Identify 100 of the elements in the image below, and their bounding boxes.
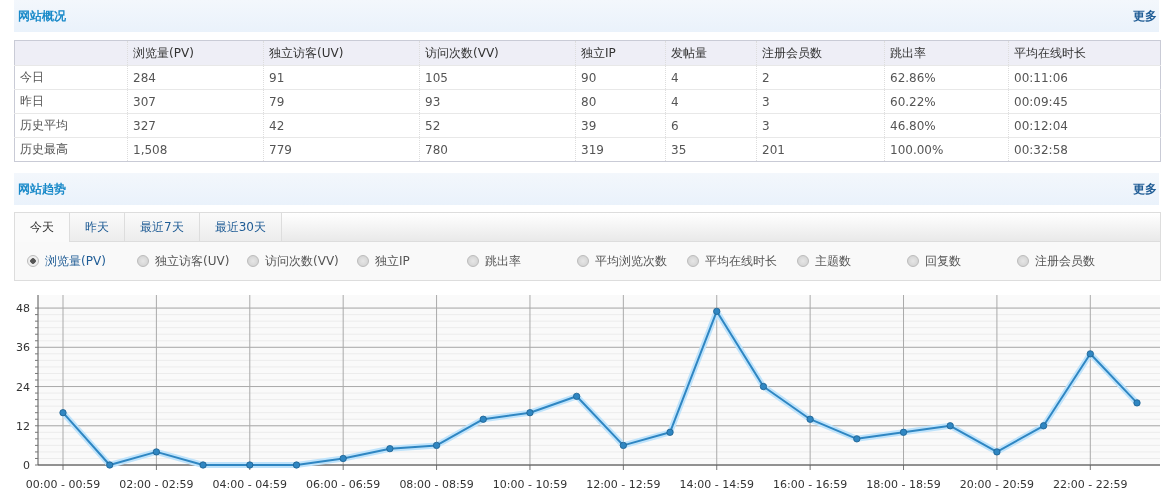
tab[interactable]: 今天: [15, 213, 70, 242]
metric-radio[interactable]: 访问次数(VV): [247, 252, 357, 270]
metric-radio[interactable]: 注册会员数: [1017, 252, 1127, 270]
table-cell: 3: [762, 94, 770, 109]
column-header: 访问次数(VV): [425, 45, 499, 60]
radio-icon[interactable]: [907, 255, 919, 267]
table-cell: 3: [762, 118, 770, 133]
table-cell: 201: [762, 142, 785, 157]
table-cell: 39: [581, 118, 597, 133]
table-cell: 307: [133, 94, 156, 109]
point: [946, 422, 954, 430]
column-header: 跳出率: [890, 45, 926, 60]
table-cell: 35: [671, 142, 687, 157]
table-cell: 46.80%: [890, 118, 936, 133]
table-cell: 60.22%: [890, 94, 936, 109]
point: [853, 435, 861, 443]
point: [479, 415, 487, 423]
table-cell: 00:11:06: [1014, 70, 1068, 85]
point: [386, 445, 394, 453]
point: [199, 461, 207, 469]
more-link[interactable]: 更多: [1133, 7, 1157, 25]
radio-icon[interactable]: [467, 255, 479, 267]
metric-radio[interactable]: 浏览量(PV): [27, 252, 137, 270]
radio-icon[interactable]: [687, 255, 699, 267]
point: [106, 461, 114, 469]
radio-icon[interactable]: [577, 255, 589, 267]
metric-radio[interactable]: 主题数: [797, 252, 907, 270]
column-header: 独立IP: [581, 45, 616, 60]
column-header: 注册会员数: [762, 45, 822, 60]
metric-radio[interactable]: 跳出率: [467, 252, 577, 270]
table-cell: 90: [581, 70, 597, 85]
x-tick-label: 20:00 - 20:59: [959, 478, 1035, 491]
point: [573, 392, 581, 400]
table-cell: 今日: [20, 70, 44, 84]
point: [59, 409, 67, 417]
tab[interactable]: 最近30天: [199, 213, 282, 241]
table-cell: 52: [425, 118, 441, 133]
point: [666, 428, 674, 436]
point: [899, 428, 908, 436]
x-tick-label: 16:00 - 16:59: [772, 478, 848, 491]
y-tick-label: 36: [16, 341, 30, 355]
radio-icon[interactable]: [247, 255, 259, 267]
point: [1086, 350, 1094, 358]
table-cell: 00:12:04: [1014, 118, 1068, 133]
x-tick-label: 22:00 - 22:59: [1053, 478, 1128, 491]
column-header: 浏览量(PV): [133, 45, 194, 60]
section-title: 网站概况: [17, 7, 66, 25]
table-cell: 00:32:58: [1014, 142, 1068, 157]
table-cell: 91: [269, 70, 285, 85]
table-cell: 历史平均: [20, 118, 68, 132]
point: [806, 415, 814, 423]
x-tick-label: 06:00 - 06:59: [306, 478, 381, 491]
tab[interactable]: 昨天: [70, 213, 125, 241]
metric-radio[interactable]: 平均浏览次数: [577, 252, 687, 270]
column-header: 独立访客(UV): [269, 45, 344, 60]
metric-radio[interactable]: 独立访客(UV): [137, 252, 247, 270]
point: [713, 307, 721, 315]
table-cell: 昨日: [20, 94, 44, 108]
table-cell: 1,508: [133, 142, 168, 157]
x-tick-label: 00:00 - 00:59: [25, 478, 101, 491]
y-tick-label: 12: [16, 419, 30, 433]
metric-radio[interactable]: 回复数: [907, 252, 1017, 270]
table-cell: 历史最高: [20, 142, 68, 156]
x-tick-label: 14:00 - 14:59: [679, 478, 754, 491]
metric-radio[interactable]: 平均在线时长: [687, 252, 797, 270]
y-tick-label: 0: [23, 459, 30, 472]
table-cell: 779: [269, 142, 292, 157]
table-cell: 80: [581, 94, 597, 109]
radio-icon[interactable]: [357, 255, 369, 267]
table-cell: 79: [269, 94, 285, 109]
table-cell: 105: [425, 70, 448, 85]
column-header: 平均在线时长: [1014, 45, 1086, 60]
metric-radio[interactable]: 独立IP: [357, 252, 467, 270]
table-cell: 6: [671, 118, 679, 133]
point: [339, 454, 347, 463]
table-cell: 4: [671, 70, 679, 85]
y-tick-label: 24: [16, 380, 30, 394]
tab[interactable]: 最近7天: [125, 213, 200, 241]
x-tick-label: 10:00 - 10:59: [492, 478, 568, 491]
radio-icon[interactable]: [27, 255, 39, 267]
point: [292, 461, 301, 469]
radio-icon[interactable]: [1017, 255, 1029, 267]
point: [619, 441, 627, 449]
point: [759, 382, 768, 391]
table-cell: 93: [425, 94, 441, 109]
point: [1040, 422, 1048, 430]
x-tick-label: 02:00 - 02:59: [119, 478, 194, 491]
radio-icon[interactable]: [137, 255, 149, 267]
table-cell: 100.00%: [890, 142, 944, 157]
more-link[interactable]: 更多: [1133, 180, 1157, 198]
table-cell: 319: [581, 142, 604, 157]
x-tick-label: 04:00 - 04:59: [212, 478, 287, 491]
point: [1133, 399, 1141, 407]
point: [152, 448, 160, 456]
table-cell: 4: [671, 94, 679, 109]
point: [526, 409, 534, 417]
radio-icon[interactable]: [797, 255, 809, 267]
y-tick-label: 48: [16, 302, 30, 316]
x-tick-label: 18:00 - 18:59: [866, 478, 941, 491]
point: [993, 448, 1001, 456]
